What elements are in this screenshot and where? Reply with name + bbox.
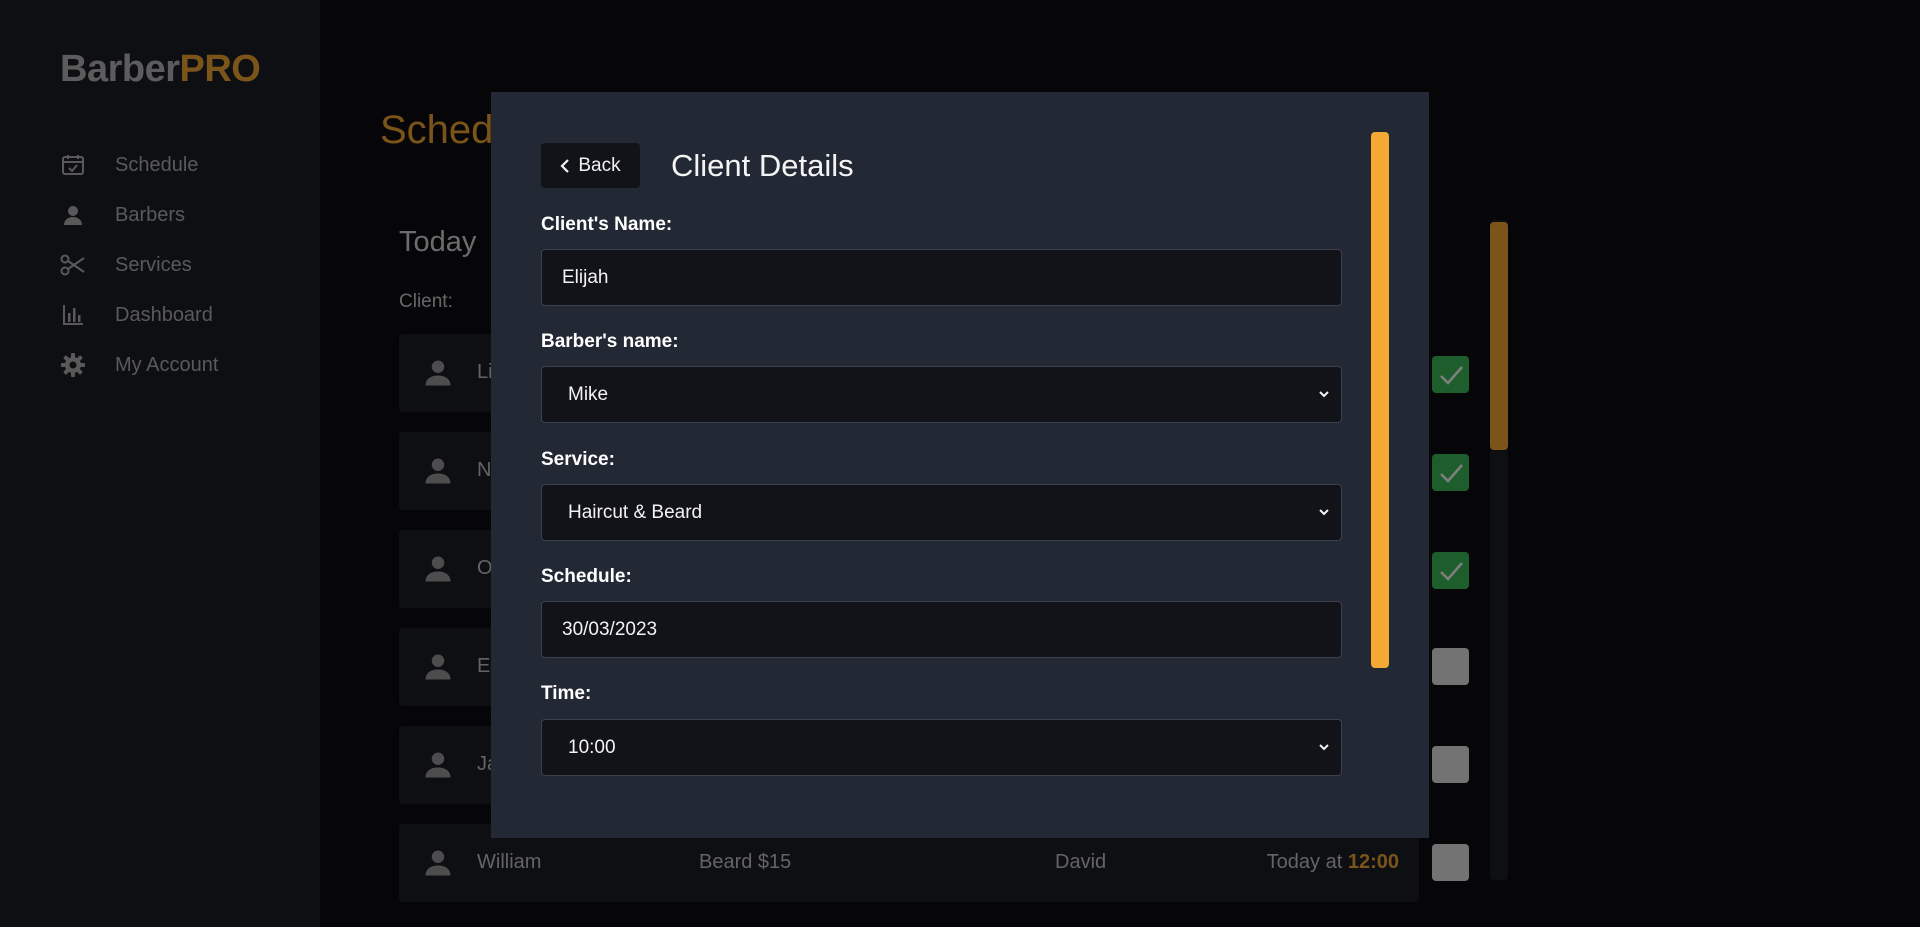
service-label: Service: xyxy=(541,449,615,470)
barber-name-value: Mike xyxy=(568,383,609,405)
client-details-modal: Back Client Details Client's Name: Elija… xyxy=(491,92,1429,838)
back-button[interactable]: Back xyxy=(541,143,640,188)
schedule-date-input[interactable]: 30/03/2023 xyxy=(541,601,1342,658)
chevron-down-icon xyxy=(1319,509,1329,516)
schedule-value: 30/03/2023 xyxy=(562,618,658,640)
time-label: Time: xyxy=(541,683,592,704)
time-value: 10:00 xyxy=(568,736,616,758)
modal-title: Client Details xyxy=(671,148,854,183)
client-name-value: Elijah xyxy=(562,266,609,288)
service-value: Haircut & Beard xyxy=(568,501,703,523)
service-select[interactable]: Haircut & Beard xyxy=(541,484,1342,541)
barber-name-select[interactable]: Mike xyxy=(541,366,1342,423)
modal-scrollbar-thumb[interactable] xyxy=(1371,132,1389,668)
chevron-down-icon xyxy=(1319,391,1329,398)
barber-name-label: Barber's name: xyxy=(541,331,679,352)
chevron-left-icon xyxy=(560,158,570,173)
back-button-label: Back xyxy=(578,154,621,176)
client-name-input[interactable]: Elijah xyxy=(541,249,1342,306)
chevron-down-icon xyxy=(1319,744,1329,751)
client-name-label: Client's Name: xyxy=(541,214,673,235)
time-select[interactable]: 10:00 xyxy=(541,719,1342,776)
schedule-label: Schedule: xyxy=(541,566,632,587)
